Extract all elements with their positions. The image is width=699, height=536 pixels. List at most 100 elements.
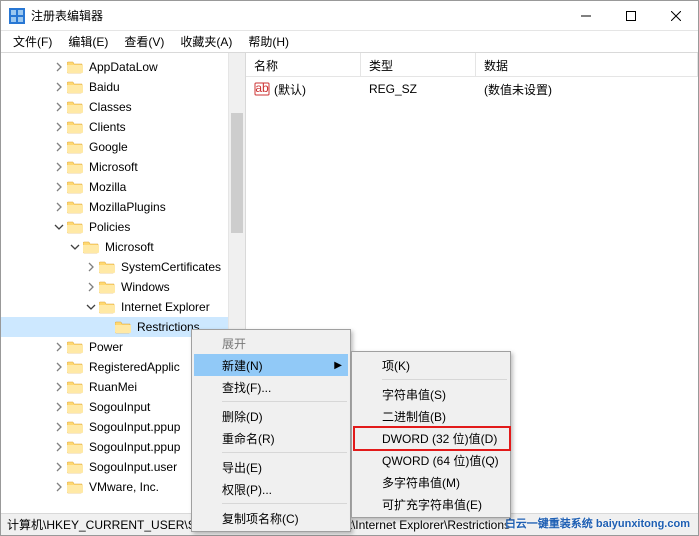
- menu-item[interactable]: DWORD (32 位)值(D): [354, 427, 508, 449]
- folder-icon: [67, 439, 83, 455]
- chevron-right-icon[interactable]: [53, 181, 65, 193]
- tree-item[interactable]: Google: [1, 137, 245, 157]
- folder-icon: [67, 139, 83, 155]
- chevron-right-icon[interactable]: [53, 201, 65, 213]
- menu-item-label: 查找(F)...: [222, 379, 271, 396]
- menu-view[interactable]: 查看(V): [116, 31, 172, 52]
- tree-item[interactable]: Microsoft: [1, 237, 245, 257]
- chevron-right-icon[interactable]: [53, 141, 65, 153]
- tree-item[interactable]: Policies: [1, 217, 245, 237]
- chevron-right-icon[interactable]: [53, 401, 65, 413]
- minimize-button[interactable]: [563, 1, 608, 30]
- tree-item[interactable]: Windows: [1, 277, 245, 297]
- tree-item-label: VMware, Inc.: [87, 479, 161, 495]
- folder-icon: [83, 239, 99, 255]
- chevron-right-icon[interactable]: [53, 61, 65, 73]
- tree-item[interactable]: SystemCertificates: [1, 257, 245, 277]
- string-value-icon: ab: [254, 81, 270, 97]
- tree-item-label: RuanMei: [87, 379, 139, 395]
- menu-item: 展开: [194, 332, 348, 354]
- tree-item-label: Baidu: [87, 79, 122, 95]
- folder-icon: [67, 179, 83, 195]
- tree-item-label: Microsoft: [87, 159, 140, 175]
- menu-favorites[interactable]: 收藏夹(A): [172, 31, 240, 52]
- menu-item[interactable]: 导出(E): [194, 456, 348, 478]
- list-row[interactable]: ab(默认)REG_SZ(数值未设置): [246, 79, 698, 99]
- tree-item-label: Policies: [87, 219, 132, 235]
- menu-item[interactable]: 删除(D): [194, 405, 348, 427]
- tree-item-label: Power: [87, 339, 125, 355]
- menu-item[interactable]: 权限(P)...: [194, 478, 348, 500]
- menu-item-label: 可扩充字符串值(E): [382, 496, 482, 513]
- scrollbar-thumb[interactable]: [231, 113, 243, 233]
- menu-item[interactable]: 可扩充字符串值(E): [354, 493, 508, 515]
- menu-separator: [222, 503, 347, 504]
- menu-item[interactable]: 二进制值(B): [354, 405, 508, 427]
- chevron-right-icon[interactable]: [53, 361, 65, 373]
- col-header-type[interactable]: 类型: [361, 53, 476, 76]
- col-header-data[interactable]: 数据: [476, 53, 698, 76]
- menu-item-label: 删除(D): [222, 408, 263, 425]
- folder-icon: [67, 119, 83, 135]
- chevron-right-icon[interactable]: [53, 81, 65, 93]
- menu-item[interactable]: 字符串值(S): [354, 383, 508, 405]
- chevron-down-icon[interactable]: [53, 221, 65, 233]
- menu-file[interactable]: 文件(F): [5, 31, 60, 52]
- menu-item[interactable]: QWORD (64 位)值(Q): [354, 449, 508, 471]
- tree-item[interactable]: Baidu: [1, 77, 245, 97]
- menu-item[interactable]: 重命名(R): [194, 427, 348, 449]
- maximize-button[interactable]: [608, 1, 653, 30]
- folder-icon: [67, 459, 83, 475]
- tree-item[interactable]: Classes: [1, 97, 245, 117]
- chevron-right-icon[interactable]: [53, 161, 65, 173]
- chevron-right-icon[interactable]: [53, 381, 65, 393]
- tree-item-label: Google: [87, 139, 130, 155]
- menu-item-label: DWORD (32 位)值(D): [382, 430, 497, 447]
- chevron-right-icon[interactable]: [85, 281, 97, 293]
- menu-item[interactable]: 多字符串值(M): [354, 471, 508, 493]
- menu-item[interactable]: 复制项名称(C): [194, 507, 348, 529]
- close-button[interactable]: [653, 1, 698, 30]
- watermark: 白云一键重装系统 baiyunxitong.com: [505, 515, 690, 531]
- menu-item[interactable]: 项(K): [354, 354, 508, 376]
- chevron-right-icon[interactable]: [53, 461, 65, 473]
- chevron-right-icon[interactable]: [53, 101, 65, 113]
- tree-item[interactable]: Mozilla: [1, 177, 245, 197]
- col-header-name[interactable]: 名称: [246, 53, 361, 76]
- window-title: 注册表编辑器: [31, 7, 563, 24]
- tree-item[interactable]: Internet Explorer: [1, 297, 245, 317]
- chevron-right-icon[interactable]: [53, 441, 65, 453]
- chevron-right-icon[interactable]: [53, 481, 65, 493]
- chevron-right-icon[interactable]: [53, 421, 65, 433]
- menu-edit[interactable]: 编辑(E): [60, 31, 116, 52]
- menu-separator: [382, 379, 507, 380]
- tree-item-label: SystemCertificates: [119, 259, 223, 275]
- tree-item-label: Internet Explorer: [119, 299, 212, 315]
- value-type: REG_SZ: [361, 82, 476, 96]
- folder-icon: [67, 79, 83, 95]
- chevron-down-icon[interactable]: [85, 301, 97, 313]
- tree-item-label: Classes: [87, 99, 134, 115]
- menu-item[interactable]: 查找(F)...: [194, 376, 348, 398]
- tree-item-label: Windows: [119, 279, 172, 295]
- tree-item-label: AppDataLow: [87, 59, 160, 75]
- menu-item[interactable]: 新建(N)▶: [194, 354, 348, 376]
- chevron-right-icon[interactable]: [53, 121, 65, 133]
- chevron-right-icon[interactable]: [85, 261, 97, 273]
- menu-help[interactable]: 帮助(H): [240, 31, 297, 52]
- menu-item-label: 二进制值(B): [382, 408, 446, 425]
- folder-icon: [67, 219, 83, 235]
- menu-separator: [222, 401, 347, 402]
- tree-item[interactable]: Microsoft: [1, 157, 245, 177]
- chevron-down-icon[interactable]: [69, 241, 81, 253]
- tree-item[interactable]: MozillaPlugins: [1, 197, 245, 217]
- tree-item[interactable]: AppDataLow: [1, 57, 245, 77]
- context-menu[interactable]: 展开新建(N)▶ 查找(F)... 删除(D) 重命名(R) 导出(E)权限(P)...…: [191, 329, 351, 532]
- chevron-right-icon[interactable]: [53, 341, 65, 353]
- tree-item-label: SogouInput: [87, 399, 152, 415]
- tree-item-label: SogouInput.ppup: [87, 439, 182, 455]
- context-submenu-new[interactable]: 项(K) 字符串值(S) 二进制值(B) DWORD (32 位)值(D) QWORD …: [351, 351, 511, 518]
- folder-icon: [67, 99, 83, 115]
- folder-icon: [99, 279, 115, 295]
- tree-item[interactable]: Clients: [1, 117, 245, 137]
